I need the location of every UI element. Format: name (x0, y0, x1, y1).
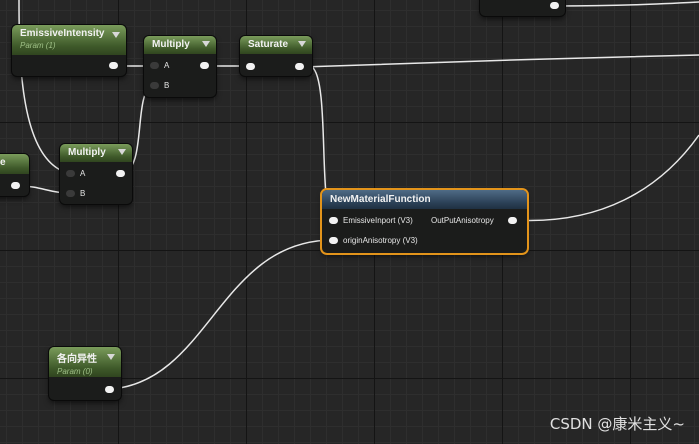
multiply-node-left[interactable]: Multiply A B (60, 144, 132, 204)
multiply-node-top[interactable]: Multiply A B (144, 36, 216, 97)
pin-label-output-anisotropy: OutPutAnisotropy (431, 216, 494, 225)
collapse-arrow-icon[interactable] (107, 354, 115, 360)
input-pin-b[interactable] (150, 82, 159, 89)
anisotropy-param-node[interactable]: 各向异性 Param (0) (49, 347, 121, 400)
collapse-arrow-icon[interactable] (118, 149, 126, 155)
output-pin[interactable] (109, 62, 118, 69)
node-title: e (0, 157, 6, 168)
output-pin[interactable] (116, 170, 125, 177)
pin-label-origin-anisotropy: originAnisotropy (V3) (343, 236, 418, 245)
input-pin-a[interactable] (66, 170, 75, 177)
node-subtitle: Param (0) (57, 367, 93, 376)
pin-label-emissive-inport: EmissiveInport (V3) (343, 216, 413, 225)
wire-param-to-function (111, 239, 334, 390)
wire-saturate-out-right (301, 54, 699, 68)
partial-node-top-right[interactable] (480, 0, 565, 16)
input-pin-origin-anisotropy[interactable] (329, 237, 338, 244)
emissive-intensity-node[interactable]: EmissiveIntensity Param (1) (12, 25, 126, 76)
output-pin[interactable] (295, 63, 304, 70)
collapse-arrow-icon[interactable] (298, 41, 306, 47)
node-title: NewMaterialFunction (330, 194, 431, 205)
collapse-arrow-icon[interactable] (202, 41, 210, 47)
pin-label-a: A (164, 61, 170, 70)
node-title: EmissiveIntensity (20, 28, 105, 39)
output-pin[interactable] (105, 386, 114, 393)
saturate-node[interactable]: Saturate (240, 36, 312, 76)
watermark: CSDN @康米主义~ (549, 415, 685, 433)
pin-label-b: B (80, 189, 86, 198)
node-subtitle: Param (1) (20, 41, 56, 50)
node-title: Multiply (152, 39, 190, 50)
output-pin[interactable] (550, 2, 559, 9)
collapse-arrow-icon[interactable] (112, 32, 120, 38)
input-pin[interactable] (246, 63, 255, 70)
node-title: Saturate (248, 39, 289, 50)
pin-label-b: B (164, 81, 170, 90)
node-title: Multiply (68, 147, 106, 158)
input-pin-a[interactable] (150, 62, 159, 69)
output-pin-anisotropy[interactable] (508, 217, 517, 224)
node-title: 各向异性 (57, 354, 97, 365)
input-pin-b[interactable] (66, 190, 75, 197)
new-material-function-node[interactable]: NewMaterialFunction EmissiveInport (V3) … (322, 190, 527, 253)
output-pin[interactable] (200, 62, 209, 69)
input-pin-emissive[interactable] (329, 217, 338, 224)
wire-function-out (513, 134, 699, 222)
output-pin[interactable] (11, 182, 20, 189)
partial-node-left[interactable]: e (0, 154, 29, 196)
wire-top-right (554, 1, 699, 7)
pin-label-a: A (80, 169, 86, 178)
